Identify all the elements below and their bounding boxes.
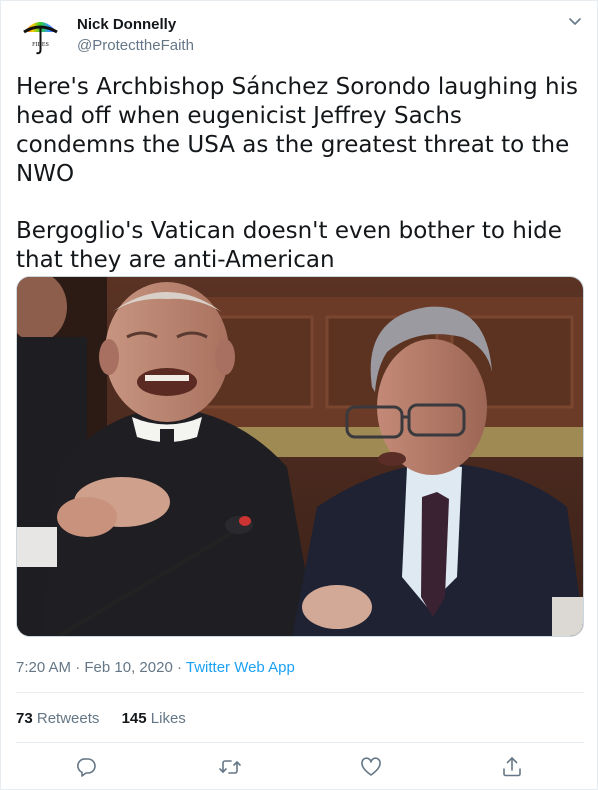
tweet-paragraph: Here's Archbishop Sánchez Sorondo laughi… (16, 74, 578, 187)
tweet-photo[interactable] (16, 276, 584, 637)
tweet-text: Here's Archbishop Sánchez Sorondo laughi… (16, 73, 586, 275)
meta-separator: · (71, 659, 85, 676)
meta-separator: · (172, 659, 186, 676)
tweet-stats: 73 Retweets 145 Likes (16, 710, 204, 727)
user-name[interactable]: Nick Donnelly (77, 16, 176, 33)
reply-icon[interactable] (75, 755, 99, 779)
tweet-source-link[interactable]: Twitter Web App (186, 659, 295, 676)
likes-stat[interactable]: 145 Likes (122, 710, 186, 727)
tweet-card: FIDES Nick Donnelly @ProtecttheFaith Her… (0, 0, 598, 790)
retweets-stat[interactable]: 73 Retweets (16, 710, 99, 727)
divider (16, 692, 584, 693)
retweets-label: Retweets (36, 710, 100, 727)
avatar[interactable]: FIDES (16, 10, 65, 59)
likes-label: Likes (150, 710, 186, 727)
user-handle[interactable]: @ProtecttheFaith (77, 37, 194, 54)
tweet-date[interactable]: Feb 10, 2020 (84, 659, 172, 676)
chevron-down-icon[interactable] (567, 13, 583, 29)
likes-count: 145 (121, 710, 147, 727)
tweet-time[interactable]: 7:20 AM (16, 659, 71, 676)
avatar-logo-text: FIDES (32, 42, 49, 48)
retweets-count: 73 (16, 710, 33, 727)
tweet-paragraph: Bergoglio's Vatican doesn't even bother … (16, 218, 562, 273)
like-icon[interactable] (359, 755, 383, 779)
tweet-actions (1, 755, 598, 783)
retweet-icon[interactable] (218, 755, 242, 779)
tweet-meta: 7:20 AM · Feb 10, 2020 · Twitter Web App (16, 659, 295, 676)
divider (16, 742, 584, 743)
share-icon[interactable] (500, 755, 524, 779)
